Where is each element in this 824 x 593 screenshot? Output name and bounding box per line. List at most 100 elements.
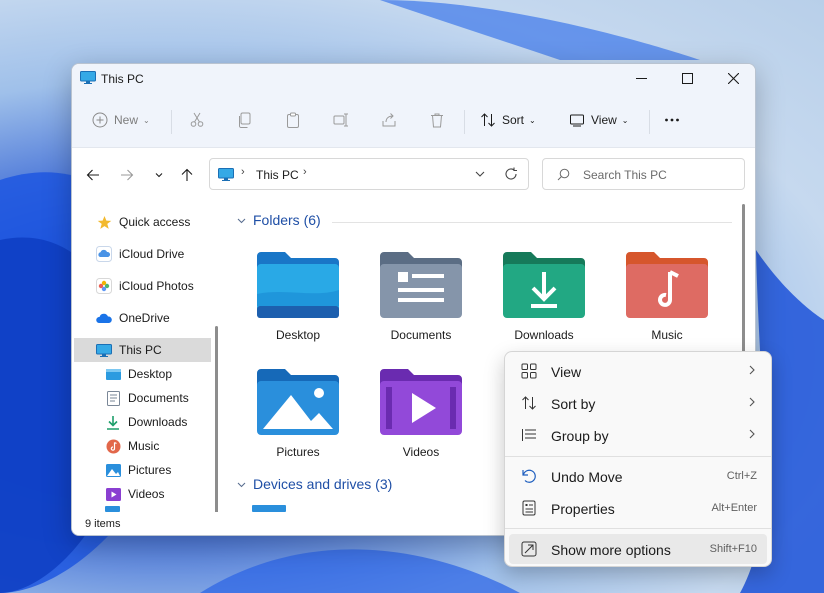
sidebar-item-label: Videos: [128, 487, 165, 501]
breadcrumb-item[interactable]: This PC: [256, 168, 299, 182]
search-box[interactable]: Search This PC: [542, 158, 745, 190]
sidebar-item-videos[interactable]: Videos: [105, 482, 164, 506]
drive-icon: [252, 505, 286, 512]
paste-button[interactable]: [285, 104, 301, 136]
new-button[interactable]: New ⌄: [92, 104, 150, 136]
monitor-icon: [218, 168, 234, 181]
menu-item-group-by[interactable]: Group by: [509, 420, 767, 450]
view-icon: [570, 114, 584, 127]
folder-label: Videos: [402, 445, 440, 459]
refresh-icon[interactable]: [504, 167, 518, 181]
copy-icon: [239, 112, 251, 128]
shortcut-label: Alt+Enter: [711, 502, 757, 514]
photos-icon: [96, 278, 112, 294]
toolbar-divider: [464, 110, 465, 134]
forward-button[interactable]: [116, 164, 138, 186]
folder-label: Documents: [390, 328, 452, 342]
folder-item-pictures[interactable]: Pictures: [243, 367, 353, 459]
onedrive-icon: [96, 310, 112, 326]
chevron-right-icon: [749, 397, 755, 407]
music-folder-icon: [626, 252, 708, 318]
view-label: View: [591, 113, 617, 127]
command-bar: New ⌄ Sort ⌄ View ⌄: [72, 92, 755, 148]
sidebar-item-desktop[interactable]: Desktop: [105, 362, 172, 386]
sidebar-item-label: OneDrive: [119, 311, 170, 325]
folder-label: Pictures: [276, 445, 320, 459]
context-menu: View Sort by Group by Undo Move Ctrl+Z P…: [504, 351, 772, 567]
sort-button[interactable]: Sort ⌄: [480, 104, 536, 136]
chevron-right-icon: [749, 429, 755, 439]
view-button[interactable]: View ⌄: [569, 104, 629, 136]
maximize-button[interactable]: [664, 64, 710, 92]
menu-item-properties[interactable]: Properties Alt+Enter: [509, 493, 767, 523]
folder-item-music[interactable]: Music: [612, 250, 722, 342]
sidebar-scrollbar[interactable]: [215, 326, 218, 535]
chevron-down-icon: ⌄: [621, 115, 629, 125]
folder-label: Desktop: [275, 328, 321, 342]
arrow-up-icon: [181, 168, 193, 181]
chevron-down-icon: [155, 173, 163, 178]
menu-item-undo-move[interactable]: Undo Move Ctrl+Z: [509, 461, 767, 491]
undo-icon: [522, 469, 536, 483]
folder-item-desktop[interactable]: Desktop: [243, 250, 353, 342]
chevron-right-icon: ›: [241, 166, 245, 178]
folders-header-label: Folders (6): [253, 212, 321, 228]
menu-item-show-more-options[interactable]: Show more options Shift+F10: [509, 534, 767, 564]
pictures-folder-icon: [257, 369, 339, 435]
arrow-right-icon: [121, 169, 134, 181]
chevron-down-icon: ⌄: [143, 115, 150, 125]
recent-locations-button[interactable]: [148, 164, 170, 186]
sidebar-item-label: This PC: [119, 343, 162, 357]
documents-folder-icon: [380, 252, 462, 318]
sort-icon: [481, 113, 495, 127]
sidebar-item-onedrive[interactable]: OneDrive: [96, 306, 170, 330]
delete-button[interactable]: [429, 104, 445, 136]
drives-group-header[interactable]: Devices and drives (3): [236, 476, 392, 492]
folder-label: Downloads: [514, 328, 574, 342]
chevron-right-icon: [749, 365, 755, 375]
see-more-button[interactable]: [664, 104, 680, 136]
search-placeholder: Search This PC: [583, 168, 667, 182]
share-icon: [382, 113, 396, 127]
address-bar[interactable]: › This PC ›: [209, 158, 529, 190]
shortcut-label: Shift+F10: [709, 543, 757, 555]
icloud-icon: [96, 246, 112, 262]
chevron-right-icon[interactable]: ›: [303, 166, 307, 178]
copy-button[interactable]: [237, 104, 253, 136]
star-icon: [96, 214, 112, 230]
folder-item-videos[interactable]: Videos: [366, 367, 476, 459]
grid-icon: [521, 363, 537, 379]
share-button[interactable]: [381, 104, 397, 136]
sidebar-item-documents[interactable]: Documents: [105, 386, 189, 410]
sidebar-item-downloads[interactable]: Downloads: [105, 410, 187, 434]
sidebar-item-icloud-drive[interactable]: iCloud Drive: [96, 242, 184, 266]
chevron-down-icon: ⌄: [529, 115, 536, 125]
monitor-icon: [96, 342, 112, 358]
sidebar-item-icloud-photos[interactable]: iCloud Photos: [96, 274, 194, 298]
minimize-button[interactable]: [618, 64, 664, 92]
back-button[interactable]: [82, 164, 104, 186]
sidebar-item-label: Quick access: [119, 215, 191, 229]
folder-item-downloads[interactable]: Downloads: [489, 250, 599, 342]
sidebar-item-pictures[interactable]: Pictures: [105, 458, 171, 482]
downloads-folder-icon: [503, 252, 585, 318]
folder-item-documents[interactable]: Documents: [366, 250, 476, 342]
menu-item-view[interactable]: View: [509, 356, 767, 386]
up-button[interactable]: [176, 164, 198, 186]
sidebar-item-quick-access[interactable]: Quick access: [96, 210, 190, 234]
menu-item-sort-by[interactable]: Sort by: [509, 388, 767, 418]
more-options-icon: [521, 541, 537, 557]
sidebar-item-label: Desktop: [128, 367, 173, 381]
cut-button[interactable]: [189, 104, 205, 136]
menu-item-label: Group by: [551, 428, 609, 444]
rename-button[interactable]: [333, 104, 349, 136]
desktop-folder-icon: [257, 252, 339, 318]
chevron-down-icon[interactable]: [473, 167, 487, 181]
scissors-icon: [190, 112, 204, 127]
group-divider: [332, 222, 732, 223]
sidebar-item-this-pc[interactable]: This PC: [74, 338, 211, 362]
folders-group-header[interactable]: Folders (6): [236, 212, 321, 228]
close-button[interactable]: [710, 64, 755, 92]
sidebar-item-label: Pictures: [128, 463, 172, 477]
sidebar-item-music[interactable]: Music: [105, 434, 159, 458]
